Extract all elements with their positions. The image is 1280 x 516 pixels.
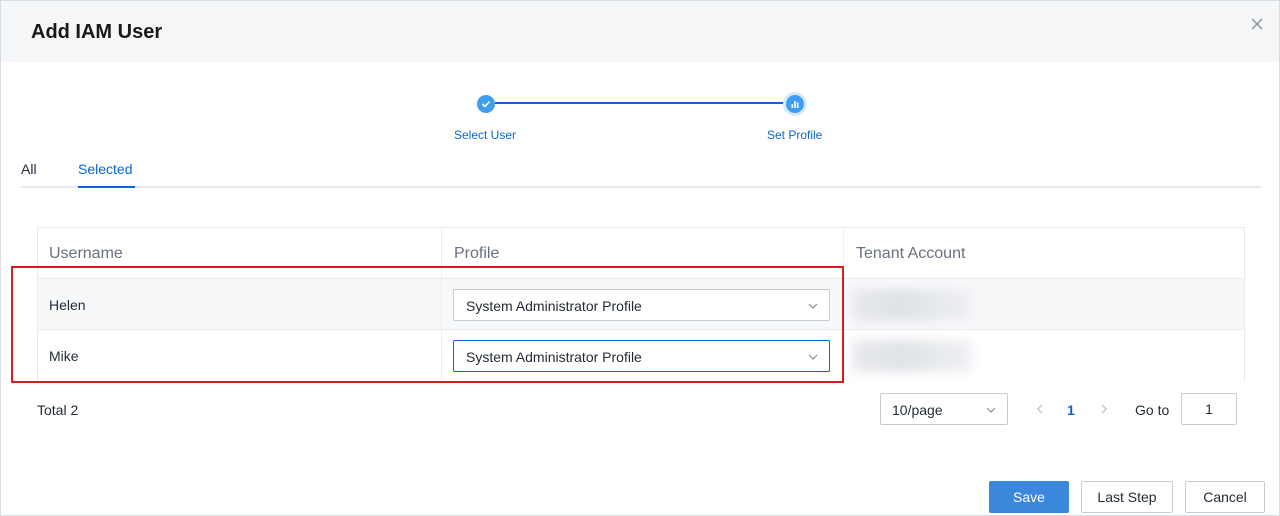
- check-icon: [477, 95, 495, 113]
- tab-selected[interactable]: Selected: [78, 160, 132, 178]
- column-divider: [843, 228, 844, 380]
- bar-chart-icon: [783, 92, 807, 116]
- profile-select-value: System Administrator Profile: [466, 298, 642, 314]
- page-size-select[interactable]: 10/page: [880, 393, 1008, 425]
- page-size-value: 10/page: [892, 402, 943, 418]
- active-tab-indicator: [78, 186, 135, 188]
- close-icon[interactable]: [1247, 14, 1267, 34]
- column-divider: [441, 228, 442, 380]
- step-label-set-profile: Set Profile: [767, 128, 823, 142]
- table-row: Helen System Administrator Profile: [38, 279, 1244, 330]
- last-step-button[interactable]: Last Step: [1081, 481, 1173, 513]
- chevron-down-icon: [808, 303, 818, 309]
- profile-select[interactable]: System Administrator Profile: [453, 340, 830, 372]
- table-row: Mike System Administrator Profile: [38, 330, 1244, 381]
- current-page[interactable]: 1: [1067, 401, 1075, 419]
- goto-label: Go to: [1135, 402, 1170, 418]
- dialog-title: Add IAM User: [31, 21, 163, 43]
- goto-page-input[interactable]: [1181, 393, 1237, 425]
- tenant-account-blurred: [852, 289, 972, 321]
- column-header-username: Username: [49, 245, 123, 262]
- total-count: Total 2: [37, 402, 79, 418]
- chevron-down-icon: [986, 407, 996, 413]
- username-cell: Helen: [49, 297, 86, 313]
- save-button[interactable]: Save: [989, 481, 1069, 513]
- tab-all[interactable]: All: [21, 160, 37, 178]
- profile-select[interactable]: System Administrator Profile: [453, 289, 830, 321]
- username-cell: Mike: [49, 348, 79, 364]
- tenant-account-blurred: [852, 340, 972, 372]
- selected-users-table: Username Profile Tenant Account Helen Sy…: [37, 227, 1245, 381]
- chevron-left-icon[interactable]: [1034, 402, 1046, 416]
- column-header-profile: Profile: [454, 245, 500, 262]
- cancel-button[interactable]: Cancel: [1185, 481, 1265, 513]
- table-header: Username Profile Tenant Account: [38, 228, 1244, 279]
- dialog-header: Add IAM User: [1, 1, 1279, 62]
- stepper-progress-line: [495, 102, 785, 104]
- add-iam-user-dialog: Add IAM User Select User Set Profile All…: [0, 0, 1280, 516]
- chevron-down-icon: [808, 354, 818, 360]
- chevron-right-icon[interactable]: [1098, 402, 1110, 416]
- profile-select-value: System Administrator Profile: [466, 349, 642, 365]
- column-header-tenant-account: Tenant Account: [856, 245, 966, 262]
- step-label-select-user: Select User: [454, 128, 517, 142]
- tab-bar: All Selected: [21, 153, 1261, 188]
